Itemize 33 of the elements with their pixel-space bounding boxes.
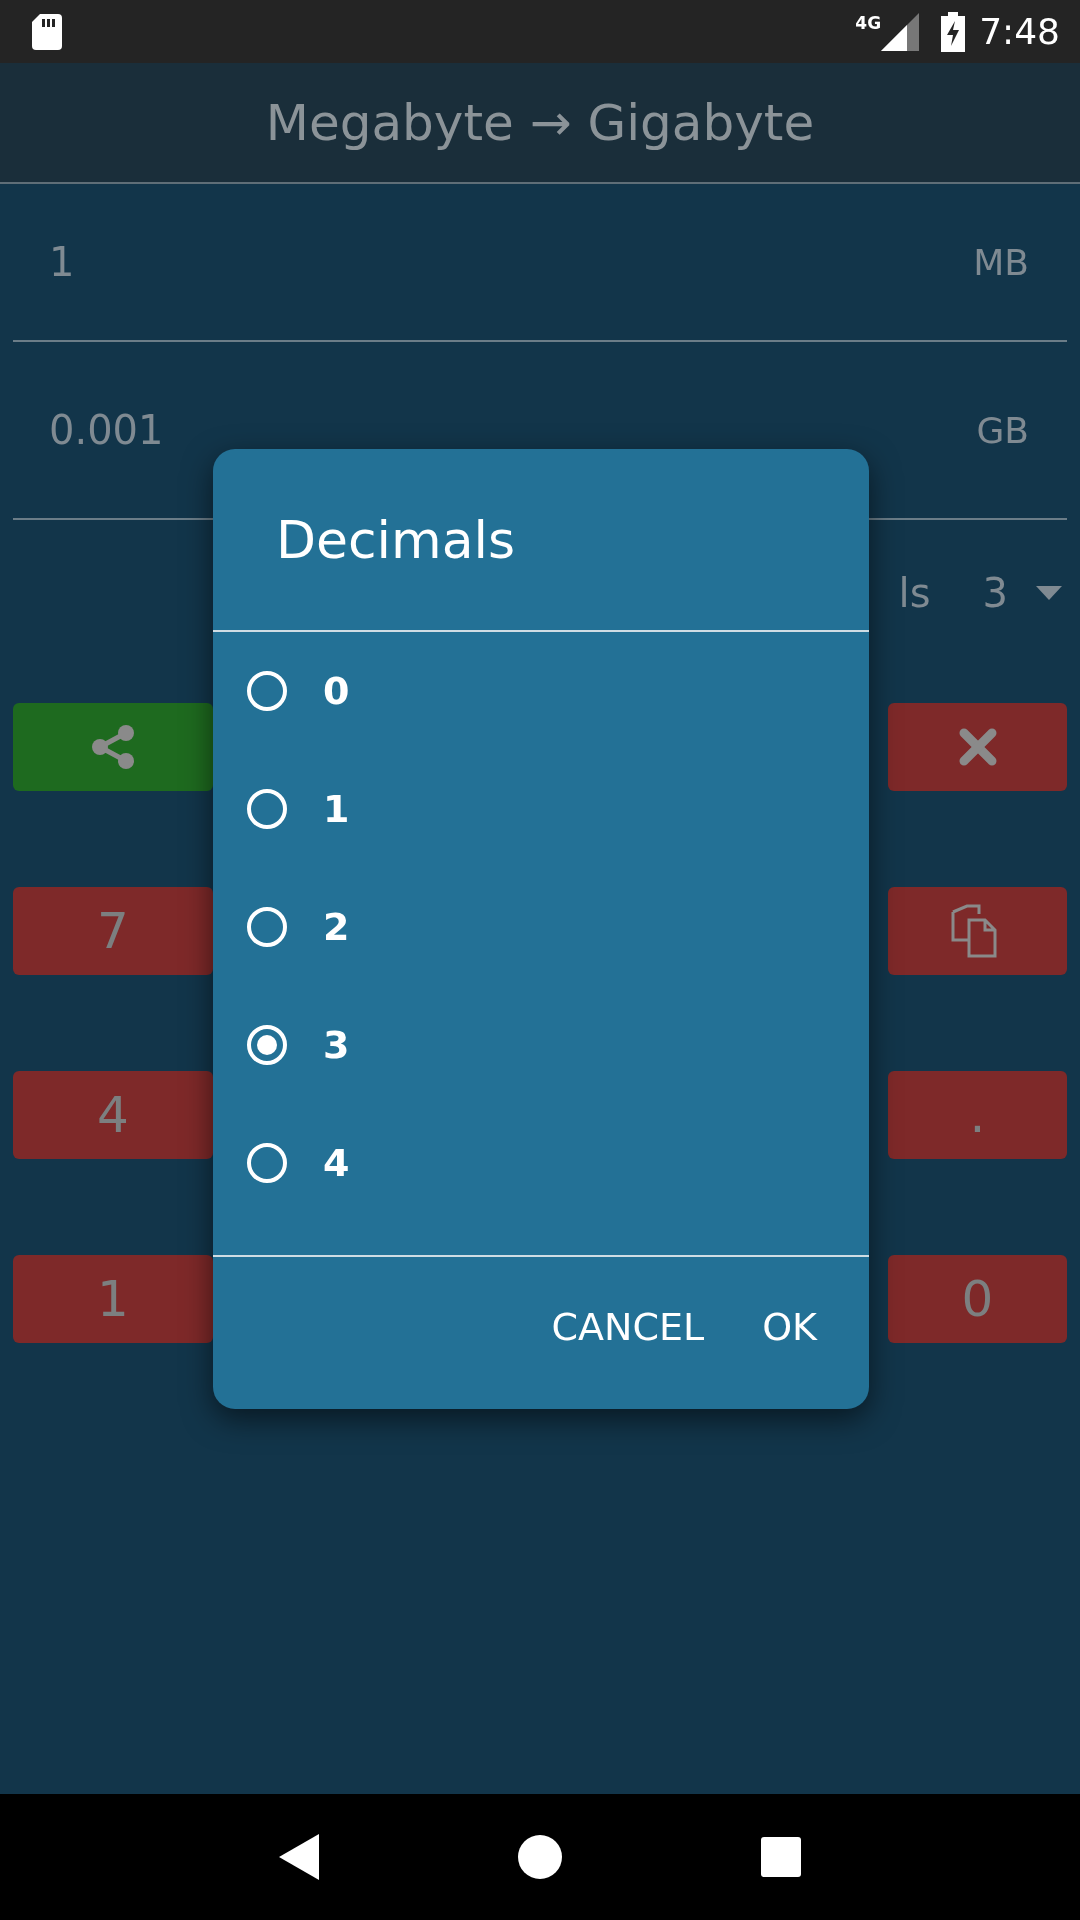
option-label[interactable]: 3 [323,1023,350,1067]
sd-card-icon [32,13,62,50]
input-value: 1 [49,239,75,285]
back-icon[interactable] [279,1834,320,1880]
option-label[interactable]: 1 [323,787,350,831]
network-type: 4G [855,12,882,33]
decimals-label: ls [898,570,931,616]
clear-button[interactable] [888,703,1067,791]
option-label[interactable]: 4 [323,1141,350,1185]
unit-label: GB [976,409,1029,451]
radio-button[interactable] [247,789,287,829]
radio-button[interactable] [247,1143,287,1183]
battery-charging-icon [941,11,966,52]
dropdown-caret-icon[interactable] [1036,586,1062,600]
share-button[interactable] [13,703,213,791]
close-icon [957,727,998,767]
conversion-title: Megabyte → Gigabyte [265,93,815,152]
dialog-title: Decimals [276,509,516,570]
clock: 7:48 [979,11,1060,52]
recents-icon[interactable] [760,1837,801,1877]
radio-button[interactable] [247,1025,287,1065]
option-label[interactable]: 0 [323,669,350,713]
option-label[interactable]: 2 [323,905,350,949]
radio-button[interactable] [247,671,287,711]
copy-button[interactable] [888,887,1067,975]
unit-label: MB [973,241,1029,283]
output-value: 0.001 [49,407,164,453]
radio-button[interactable] [247,907,287,947]
decimals-value: 3 [982,570,1008,616]
signal-icon [881,12,920,51]
dialog-button[interactable]: OK [740,1289,839,1365]
home-icon[interactable] [518,1835,562,1879]
dialog-button[interactable]: CANCEL [529,1289,727,1365]
